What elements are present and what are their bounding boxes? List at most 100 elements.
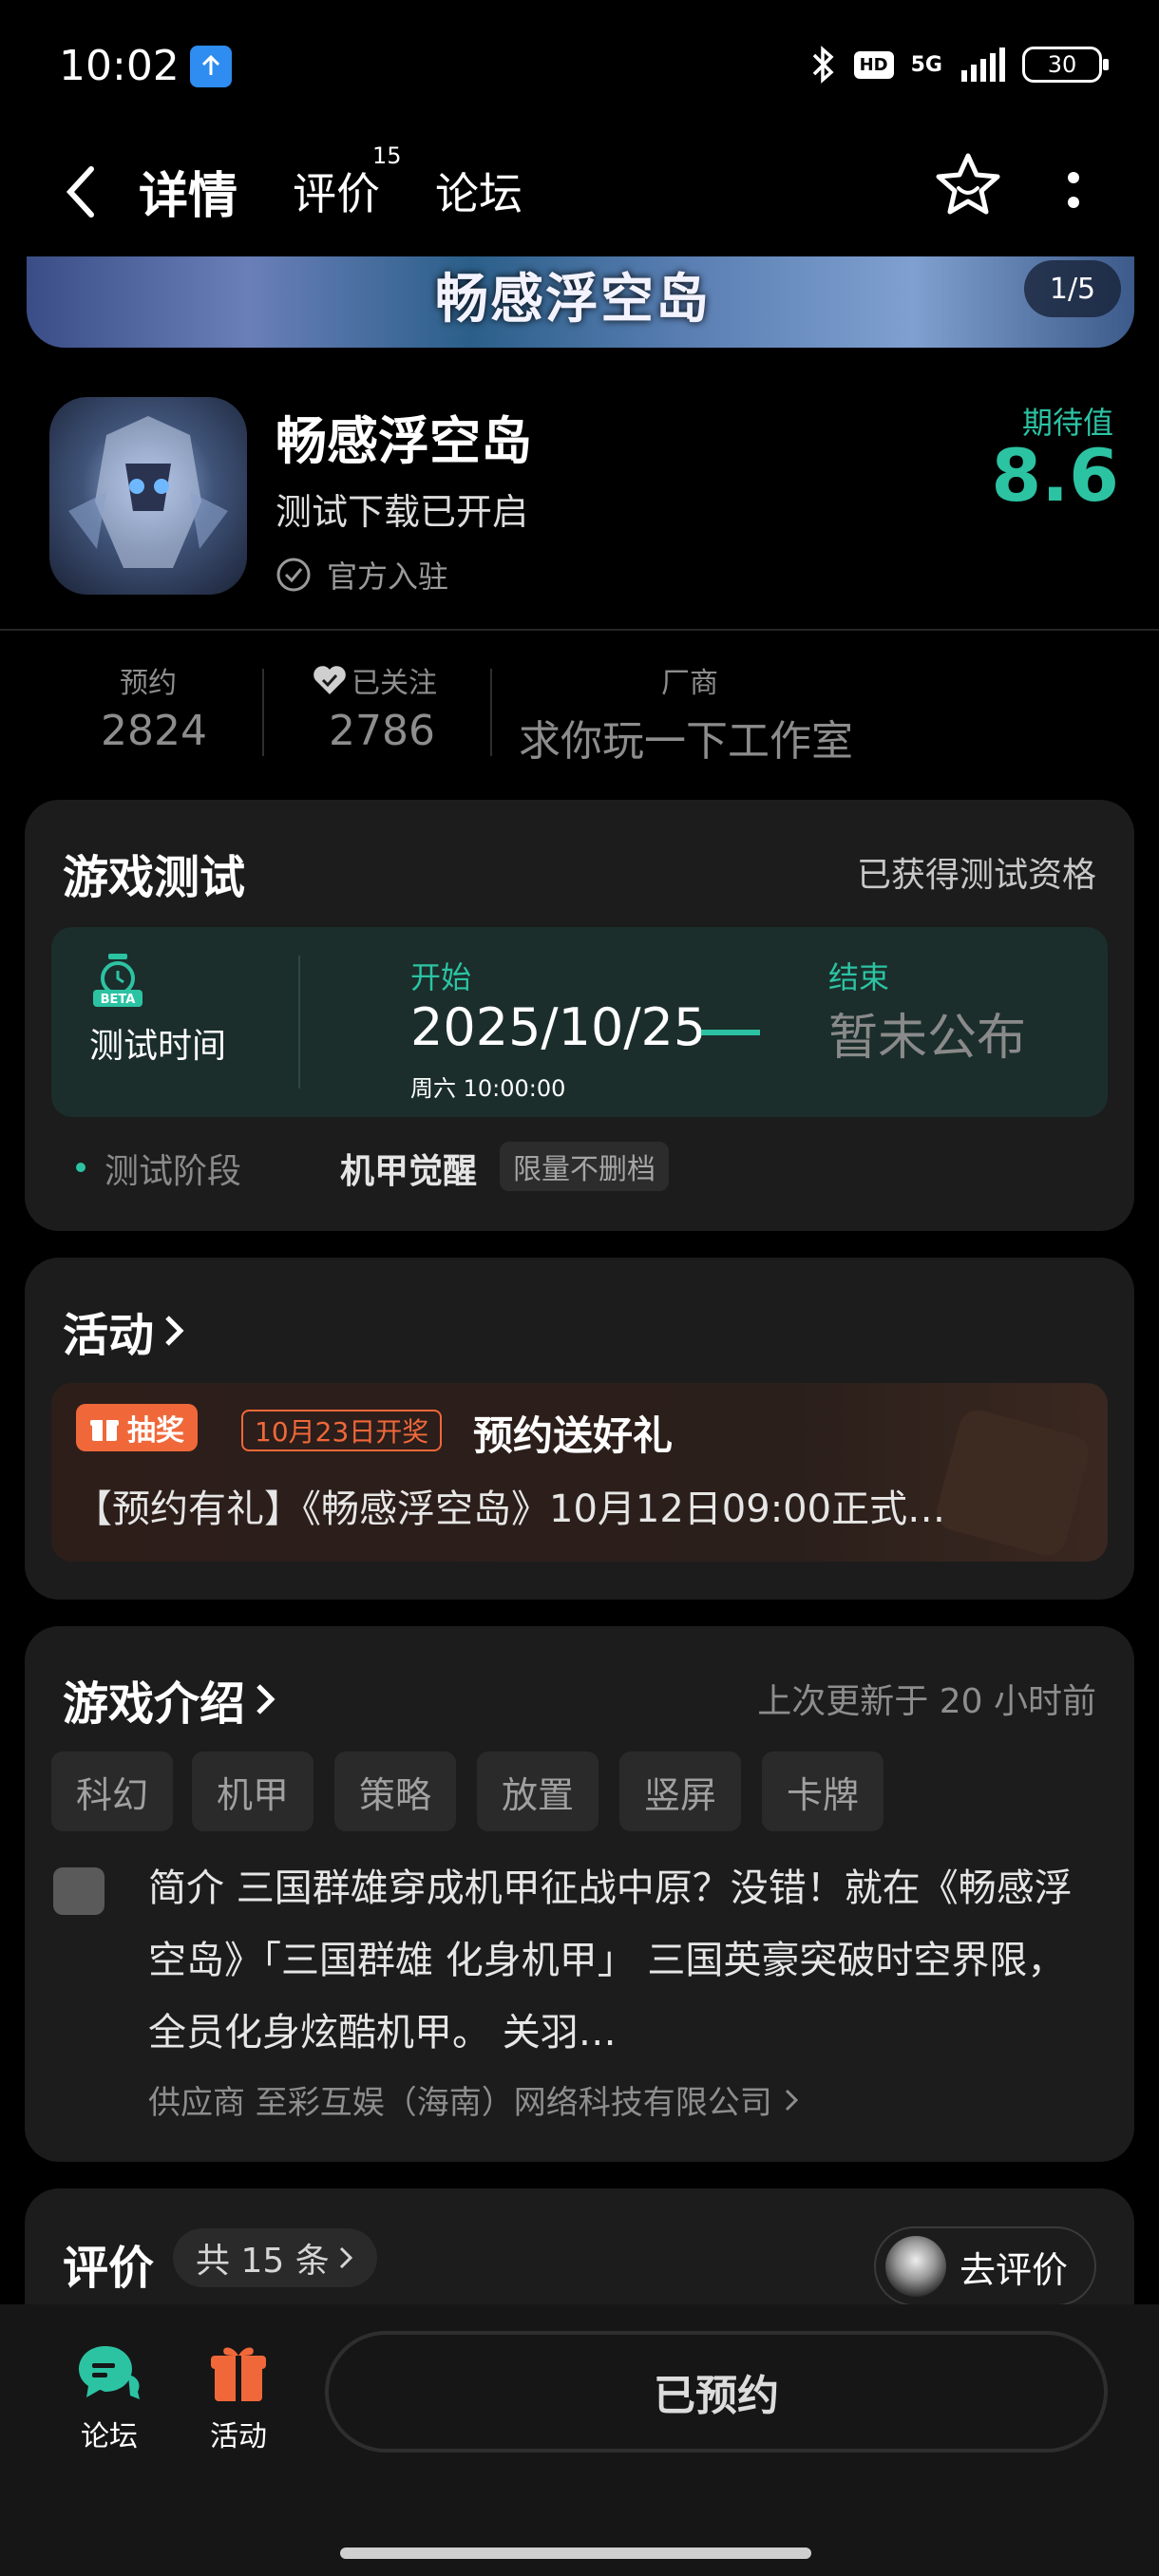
beta-icon-text: BETA <box>101 993 136 1007</box>
genre-tag[interactable]: 科幻 <box>51 1752 174 1831</box>
game-intro-title: 游戏介绍 <box>63 1677 246 1731</box>
review-count-button[interactable]: 共 15 条 <box>173 2228 377 2287</box>
test-stage-label: 测试阶段 <box>104 1152 242 1191</box>
chevron-right-icon <box>165 1316 184 1346</box>
stat-reservations-value: 2824 <box>101 707 207 755</box>
beta-timer-icon: BETA <box>93 954 142 1007</box>
activity-header[interactable]: 活动 <box>63 1297 186 1364</box>
bluetooth-icon <box>812 46 834 84</box>
activity-title: 活动 <box>63 1309 155 1362</box>
stat-followed-value: 2786 <box>329 707 435 755</box>
intro-updated-time: 上次更新于 20 小时前 <box>757 1682 1096 1721</box>
hd-badge: HD <box>853 50 894 79</box>
bottom-forum-label: 论坛 <box>81 2420 138 2453</box>
start-date: 2025/10/25 <box>410 997 707 1057</box>
reviews-count-badge: 15 <box>372 142 402 169</box>
banner-logo-text: 畅感浮空岛 <box>435 269 711 331</box>
app-name: 畅感浮空岛 <box>276 411 532 471</box>
review-title: 评价 <box>63 2242 155 2295</box>
tab-reviews[interactable]: 评价 <box>293 160 380 222</box>
chevron-right-icon <box>785 2089 798 2112</box>
heart-check-icon <box>314 666 346 694</box>
chevron-right-icon <box>339 2246 352 2269</box>
test-schedule-box: BETA 测试时间 开始 2025/10/25 周六 10:00:00 结束 暂… <box>51 927 1108 1117</box>
stat-reservations-label: 预约 <box>120 667 177 700</box>
genre-tag[interactable]: 放置 <box>477 1752 599 1831</box>
check-circle-icon <box>276 558 311 592</box>
genre-tag[interactable]: 卡牌 <box>762 1752 884 1831</box>
battery-level: 30 <box>1047 51 1077 78</box>
write-review-label: 去评价 <box>959 2248 1068 2291</box>
divider <box>0 629 1159 631</box>
signal-icon <box>961 47 1005 82</box>
tab-forum[interactable]: 论坛 <box>435 160 522 222</box>
arrow-right-icon <box>701 1030 760 1035</box>
activity-card: 活动 抽奖 10月23日开奖 预约送好礼 【预约有礼】《畅感浮空岛》10月12日… <box>25 1258 1134 1600</box>
end-label: 结束 <box>828 959 890 995</box>
stat-followed[interactable]: 已关注 <box>312 659 437 701</box>
write-review-button[interactable]: 去评价 <box>873 2226 1096 2306</box>
app-subtitle: 测试下载已开启 <box>276 491 529 533</box>
stat-developer-label: 厂商 <box>661 667 718 700</box>
status-time: 10:02 <box>59 42 180 90</box>
supplier-label: 供应商 至彩互娱（海南）网络科技有限公司 <box>148 2084 772 2122</box>
game-intro-header[interactable]: 游戏介绍 <box>63 1666 277 1733</box>
activity-item[interactable]: 抽奖 10月23日开奖 预约送好礼 【预约有礼】《畅感浮空岛》10月12日09:… <box>51 1383 1108 1562</box>
end-value: 暂未公布 <box>828 1010 1027 1067</box>
home-indicator[interactable] <box>340 2548 811 2559</box>
network-label: 5G <box>910 52 942 77</box>
battery-icon: 30 <box>1022 47 1109 83</box>
lottery-label: 抽奖 <box>127 1414 184 1448</box>
chevron-right-icon <box>256 1684 276 1714</box>
status-bar: 10:02 HD 5G 30 <box>0 0 1159 133</box>
test-separator <box>298 956 300 1089</box>
game-test-title: 游戏测试 <box>63 851 246 904</box>
supplier-link[interactable]: 供应商 至彩互娱（海南）网络科技有限公司 <box>148 2076 800 2123</box>
test-stage-tag: 限量不删档 <box>500 1142 669 1191</box>
review-count-label: 共 15 条 <box>196 2242 330 2281</box>
document-icon <box>53 1867 104 1915</box>
bullet-dot <box>76 1163 86 1172</box>
more-options-icon[interactable] <box>1054 161 1092 218</box>
game-test-card: 游戏测试 已获得测试资格 BETA 测试时间 开始 2025/10/25 周六 … <box>25 800 1134 1231</box>
expect-score: 8.6 <box>991 433 1119 518</box>
genre-tag[interactable]: 机甲 <box>192 1752 314 1831</box>
game-intro-card: 游戏介绍 上次更新于 20 小时前 科幻 机甲 策略 放置 竖屏 卡牌 简介 三… <box>25 1626 1134 2162</box>
test-time-label: 测试时间 <box>89 1027 227 1066</box>
forum-chat-icon <box>79 2346 140 2399</box>
genre-tag[interactable]: 竖屏 <box>619 1752 742 1831</box>
bottom-activity-button[interactable]: 活动 <box>186 2342 291 2454</box>
test-stage-value: 机甲觉醒 <box>340 1152 478 1191</box>
top-nav: 详情 评价 15 论坛 <box>0 133 1159 247</box>
intro-description[interactable]: 简介 三国群雄穿成机甲征战中原？没错！就在《畅感浮空岛》「三国群雄 化身机甲」 … <box>148 1852 1098 2069</box>
official-label: 官方入驻 <box>327 559 449 595</box>
lottery-date-tag: 10月23日开奖 <box>241 1410 443 1451</box>
back-arrow-icon[interactable] <box>57 163 104 220</box>
activity-item-title: 预约送好礼 <box>473 1412 674 1459</box>
stat-separator <box>262 669 264 756</box>
reserved-button[interactable]: 已预约 <box>325 2331 1108 2453</box>
stat-separator <box>490 669 492 756</box>
activity-item-desc: 【预约有礼】《畅感浮空岛》10月12日09:00正式… <box>74 1487 946 1531</box>
status-icons: HD 5G 30 <box>808 44 1109 85</box>
bottom-activity-label: 活动 <box>210 2420 267 2453</box>
stat-followed-label: 已关注 <box>352 667 437 700</box>
official-badge: 官方入驻 <box>276 553 448 597</box>
test-qualification-status: 已获得测试资格 <box>856 856 1096 895</box>
gift-icon <box>90 1420 119 1441</box>
stat-developer-value[interactable]: 求你玩一下工作室 <box>519 707 853 767</box>
upload-icon <box>190 46 232 87</box>
app-icon <box>49 397 247 595</box>
bottom-action-bar: 论坛 活动 已预约 <box>0 2304 1159 2576</box>
banner-counter: 1/5 <box>1024 260 1121 317</box>
genre-tag[interactable]: 策略 <box>334 1752 457 1831</box>
favorite-star-icon[interactable] <box>933 150 1003 220</box>
start-label: 开始 <box>410 959 472 995</box>
screenshot-banner[interactable]: 畅感浮空岛 1/5 <box>27 256 1134 348</box>
gift-icon <box>211 2347 266 2401</box>
lottery-tag: 抽奖 <box>76 1404 198 1451</box>
user-avatar <box>884 2236 946 2297</box>
bottom-forum-button[interactable]: 论坛 <box>57 2342 162 2454</box>
start-time: 周六 10:00:00 <box>410 1075 566 1102</box>
tab-detail[interactable]: 详情 <box>139 156 238 227</box>
